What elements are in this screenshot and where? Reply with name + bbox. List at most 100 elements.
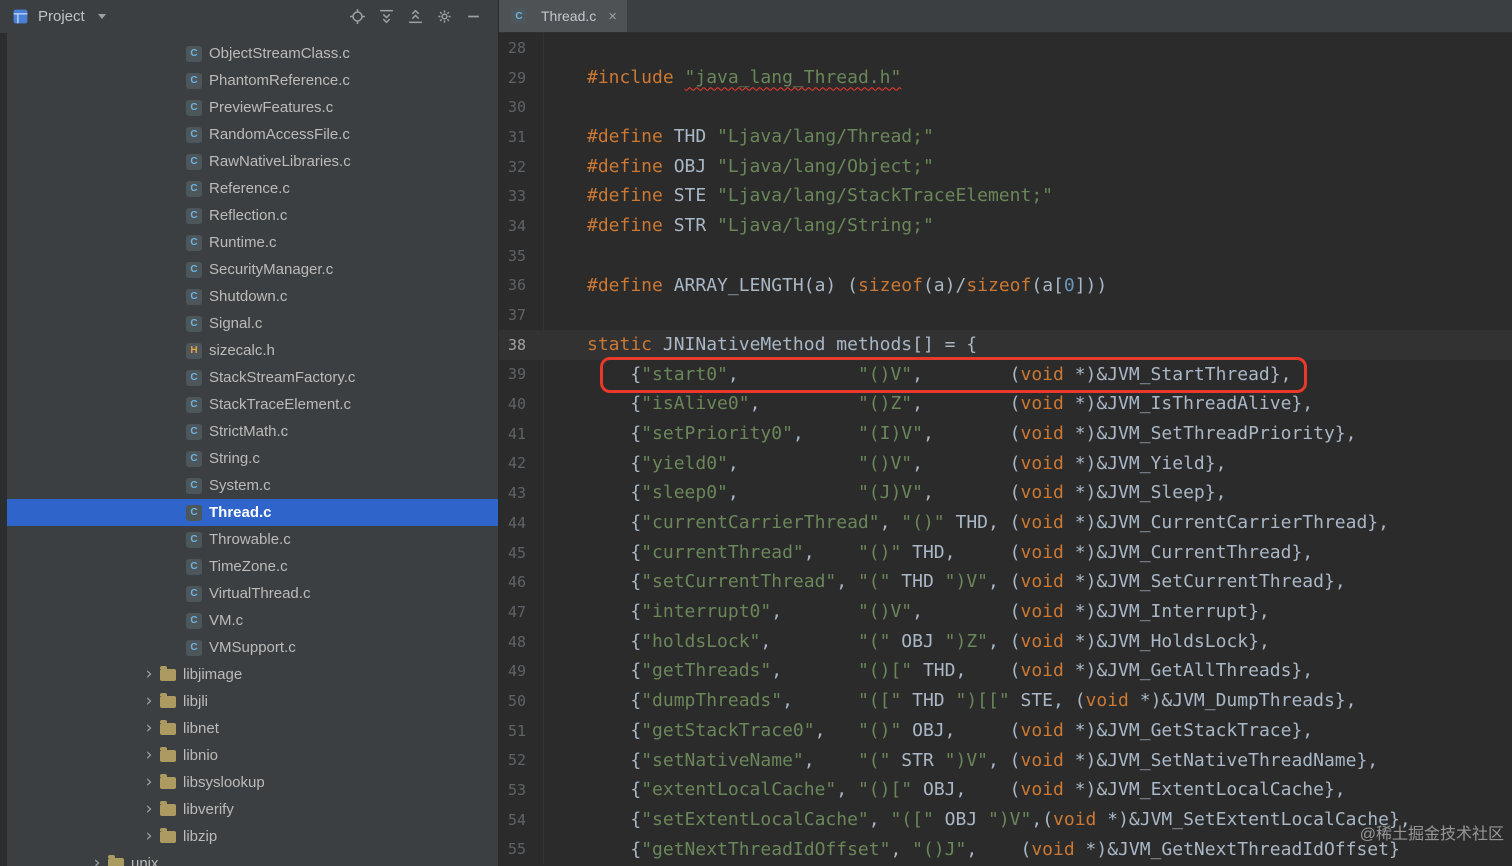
code-line-42[interactable]: 42 {"yield0", "()V", (void *)&JVM_Yield}…: [499, 448, 1512, 479]
tree-item-libjli[interactable]: › libjli: [7, 688, 498, 715]
line-number[interactable]: 36: [499, 276, 543, 294]
code-line-51[interactable]: 51 {"getStackTrace0", "()" OBJ, (void *)…: [499, 715, 1512, 746]
code-line-45[interactable]: 45 {"currentThread", "()" THD, (void *)&…: [499, 537, 1512, 568]
chevron-right-icon[interactable]: ›: [138, 828, 160, 845]
tree-item-Throwable.c[interactable]: C Throwable.c: [7, 526, 498, 553]
code-line-32[interactable]: 32 #define OBJ "Ljava/lang/Object;": [499, 151, 1512, 182]
code-line-37[interactable]: 37: [499, 300, 1512, 330]
line-number[interactable]: 29: [499, 69, 543, 87]
code-line-34[interactable]: 34 #define STR "Ljava/lang/String;": [499, 211, 1512, 241]
line-number[interactable]: 45: [499, 544, 543, 562]
tree-item-Signal.c[interactable]: C Signal.c: [7, 310, 498, 337]
line-number[interactable]: 53: [499, 781, 543, 799]
tree-item-PhantomReference.c[interactable]: C PhantomReference.c: [7, 67, 498, 94]
code-line-43[interactable]: 43 {"sleep0", "(J)V", (void *)&JVM_Sleep…: [499, 478, 1512, 508]
chevron-down-icon[interactable]: [97, 14, 106, 19]
chevron-right-icon[interactable]: ›: [138, 774, 160, 791]
chevron-right-icon[interactable]: ›: [86, 855, 108, 866]
tree-item-RandomAccessFile.c[interactable]: C RandomAccessFile.c: [7, 121, 498, 148]
tree-item-libzip[interactable]: › libzip: [7, 823, 498, 850]
tree-item-RawNativeLibraries.c[interactable]: C RawNativeLibraries.c: [7, 148, 498, 175]
project-panel-title[interactable]: Project: [38, 8, 85, 25]
line-number[interactable]: 35: [499, 247, 543, 265]
line-number[interactable]: 28: [499, 39, 543, 57]
tab-thread-c[interactable]: C Thread.c ×: [499, 0, 628, 32]
tree-item-TimeZone.c[interactable]: C TimeZone.c: [7, 553, 498, 580]
code-line-36[interactable]: 36 #define ARRAY_LENGTH(a) (sizeof (a)/siz…: [499, 270, 1512, 301]
tree-item-ObjectStreamClass.c[interactable]: C ObjectStreamClass.c: [7, 40, 498, 67]
line-number[interactable]: 42: [499, 454, 543, 472]
code-line-28[interactable]: 28: [499, 33, 1512, 63]
tree-item-VMSupport.c[interactable]: C VMSupport.c: [7, 634, 498, 661]
collapse-all-icon[interactable]: [404, 6, 426, 28]
line-number[interactable]: 38: [499, 336, 543, 354]
tree-item-libnio[interactable]: › libnio: [7, 742, 498, 769]
line-number[interactable]: 31: [499, 128, 543, 146]
line-number[interactable]: 43: [499, 484, 543, 502]
chevron-right-icon[interactable]: ›: [138, 693, 160, 710]
line-number[interactable]: 32: [499, 158, 543, 176]
chevron-right-icon[interactable]: ›: [138, 801, 160, 818]
line-number[interactable]: 49: [499, 662, 543, 680]
tree-item-PreviewFeatures.c[interactable]: C PreviewFeatures.c: [7, 94, 498, 121]
tree-item-StackTraceElement.c[interactable]: C StackTraceElement.c: [7, 391, 498, 418]
tree-item-Reflection.c[interactable]: C Reflection.c: [7, 202, 498, 229]
tree-item-SecurityManager.c[interactable]: C SecurityManager.c: [7, 256, 498, 283]
line-number[interactable]: 47: [499, 603, 543, 621]
code-line-50[interactable]: 50 {"dumpThreads", "([" THD ")[[" STE, (…: [499, 686, 1512, 716]
line-number[interactable]: 54: [499, 811, 543, 829]
code-editor[interactable]: 28 29 #include "java_lang_Thread.h" 30 31 #de…: [499, 33, 1512, 866]
code-line-48[interactable]: 48 {"holdsLock", "(" OBJ ")Z", (void *)&…: [499, 626, 1512, 657]
tree-item-Shutdown.c[interactable]: C Shutdown.c: [7, 283, 498, 310]
tree-item-String.c[interactable]: C String.c: [7, 445, 498, 472]
line-number[interactable]: 51: [499, 722, 543, 740]
expand-all-icon[interactable]: [375, 6, 397, 28]
line-number[interactable]: 41: [499, 425, 543, 443]
tree-item-Thread.c[interactable]: C Thread.c: [7, 499, 498, 526]
code-line-29[interactable]: 29 #include "java_lang_Thread.h": [499, 62, 1512, 93]
line-number[interactable]: 50: [499, 692, 543, 710]
tree-item-Runtime.c[interactable]: C Runtime.c: [7, 229, 498, 256]
tree-item-VM.c[interactable]: C VM.c: [7, 607, 498, 634]
tree-item-StrictMath.c[interactable]: C StrictMath.c: [7, 418, 498, 445]
tree-item-Reference.c[interactable]: C Reference.c: [7, 175, 498, 202]
line-number[interactable]: 55: [499, 840, 543, 858]
code-line-41[interactable]: 41 {"setPriority0", "(I)V", (void *)&JVM…: [499, 418, 1512, 449]
code-line-40[interactable]: 40 {"isAlive0", "()Z", (void *)&JVM_IsTh…: [499, 389, 1512, 419]
line-number[interactable]: 44: [499, 514, 543, 532]
code-line-39[interactable]: 39 {"start0", "()V", (void *)&JVM_StartT…: [499, 356, 1512, 393]
line-number[interactable]: 34: [499, 217, 543, 235]
tree-item-libnet[interactable]: › libnet: [7, 715, 498, 742]
line-number[interactable]: 39: [499, 365, 543, 383]
tree-item-unix[interactable]: › unix: [7, 850, 498, 866]
line-number[interactable]: 52: [499, 751, 543, 769]
tree-item-VirtualThread.c[interactable]: C VirtualThread.c: [7, 580, 498, 607]
hide-panel-icon[interactable]: [462, 6, 484, 28]
code-line-47[interactable]: 47 {"interrupt0", "()V", (void *)&JVM_In…: [499, 597, 1512, 627]
line-number[interactable]: 37: [499, 306, 543, 324]
tree-item-libjimage[interactable]: › libjimage: [7, 661, 498, 688]
chevron-right-icon[interactable]: ›: [138, 720, 160, 737]
code-line-38[interactable]: 38 static JNINativeMethod methods[] = {: [499, 329, 1512, 360]
code-line-30[interactable]: 30: [499, 92, 1512, 123]
code-line-35[interactable]: 35: [499, 240, 1512, 271]
tree-item-libverify[interactable]: › libverify: [7, 796, 498, 823]
tree-item-sizecalc.h[interactable]: Hsizecalc.h: [7, 337, 498, 364]
tree-item-libsyslookup[interactable]: › libsyslookup: [7, 769, 498, 796]
line-number[interactable]: 46: [499, 573, 543, 591]
settings-gear-icon[interactable]: [433, 6, 455, 28]
code-line-46[interactable]: 46 {"setCurrentThread", "(" THD ")V", (v…: [499, 567, 1512, 598]
tree-item-StackStreamFactory.c[interactable]: C StackStreamFactory.c: [7, 364, 498, 391]
line-number[interactable]: 33: [499, 187, 543, 205]
tree-item-System.c[interactable]: C System.c: [7, 472, 498, 499]
line-number[interactable]: 30: [499, 98, 543, 116]
code-line-53[interactable]: 53 {"extentLocalCache", "()[" OBJ, (void…: [499, 775, 1512, 805]
code-line-33[interactable]: 33 #define STE "Ljava/lang/StackTraceElem…: [499, 181, 1512, 212]
chevron-right-icon[interactable]: ›: [138, 666, 160, 683]
code-line-52[interactable]: 52 {"setNativeName", "(" STR ")V", (void…: [499, 745, 1512, 776]
chevron-right-icon[interactable]: ›: [138, 747, 160, 764]
code-line-31[interactable]: 31 #define THD "Ljava/lang/Thread;": [499, 122, 1512, 152]
close-tab-icon[interactable]: ×: [608, 8, 617, 25]
select-opened-file-icon[interactable]: [346, 6, 368, 28]
code-line-49[interactable]: 49 {"getThreads", "()[" THD, (void *)&JV…: [499, 656, 1512, 687]
